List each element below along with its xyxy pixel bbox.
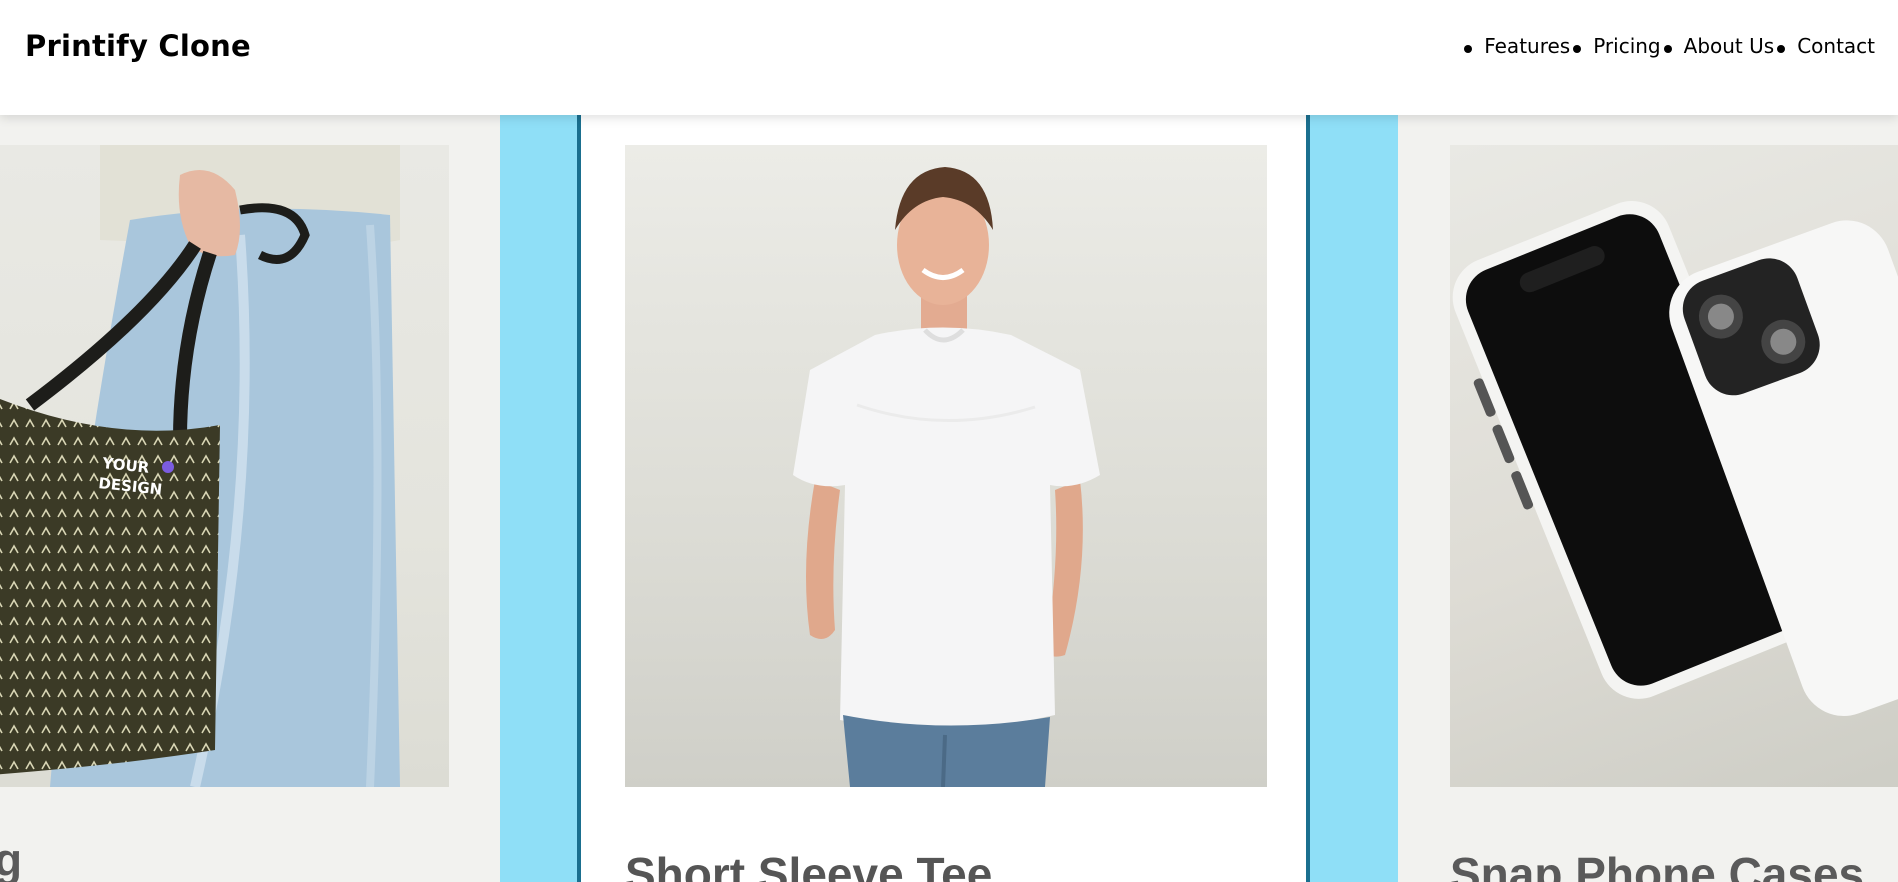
tote-bag-illustration: YOUR DESIGN [0,145,400,787]
product-card-title: g [0,834,23,882]
tshirt-model-illustration [793,167,1100,787]
phone-case-photo [1450,145,1898,787]
bullet-icon [1663,45,1672,53]
nav-item-pricing[interactable]: Pricing [1571,34,1661,58]
nav-link[interactable]: Features [1484,34,1570,58]
bullet-icon [1464,45,1473,53]
product-card-title: Short Sleeve Tee [625,848,993,882]
tote-bag-photo: YOUR DESIGN [0,145,449,787]
tee-photo [625,145,1267,787]
phone-case-illustration [1452,201,1898,716]
nav-item-features[interactable]: Features [1462,34,1570,58]
product-carousel: YOUR DESIGN g Short Sleeve Tee Snap Phon… [0,115,1898,882]
nav-item-contact[interactable]: Contact [1775,34,1875,58]
product-card-title: Snap Phone Cases [1450,848,1865,882]
product-card-tee[interactable]: Short Sleeve Tee [577,115,1310,882]
nav-link[interactable]: Pricing [1593,34,1660,58]
bullet-icon [1573,45,1582,53]
bullet-icon [1777,45,1786,53]
nav-item-about-us[interactable]: About Us [1662,34,1775,58]
product-card-phone-case[interactable]: Snap Phone Cases [1398,115,1898,882]
site-header: Printify Clone Features Pricing About Us… [0,0,1898,115]
brand-logo[interactable]: Printify Clone [25,29,251,63]
nav-link[interactable]: About Us [1684,34,1775,58]
nav-link[interactable]: Contact [1797,34,1875,58]
product-card-tote[interactable]: YOUR DESIGN g [0,115,500,882]
main-nav: Features Pricing About Us Contact [1461,34,1875,58]
